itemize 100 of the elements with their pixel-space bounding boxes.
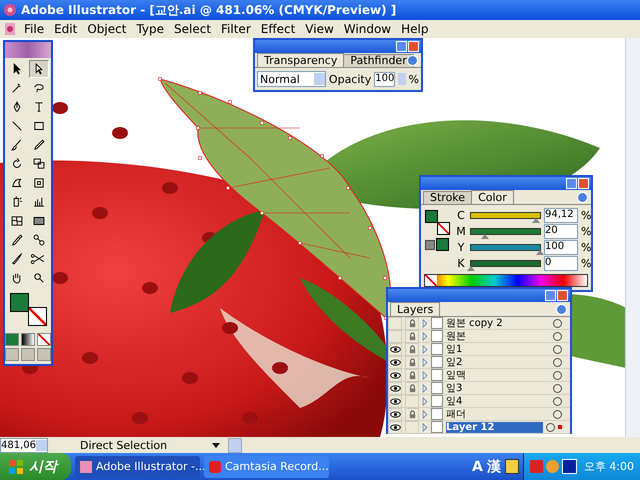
lock-toggle[interactable] <box>405 368 419 382</box>
visibility-toggle[interactable] <box>388 394 402 408</box>
close-button[interactable] <box>408 41 419 52</box>
input-method-indicator[interactable]: A <box>472 458 483 474</box>
menu-item[interactable]: View <box>300 20 339 38</box>
lock-icon <box>408 358 416 366</box>
menu-item[interactable]: Object <box>82 20 132 38</box>
menu-item[interactable]: Window <box>338 20 396 38</box>
fill-swatch[interactable] <box>425 210 438 223</box>
minimize-button[interactable] <box>545 290 556 301</box>
percent-sign: % <box>581 209 589 222</box>
flower-banner <box>5 42 51 58</box>
stroke-swatch[interactable] <box>437 222 450 235</box>
gradient-mode-button[interactable] <box>21 333 35 346</box>
panel-tab[interactable]: Layers <box>390 302 440 316</box>
visibility-toggle[interactable] <box>388 382 402 394</box>
target-circle-icon[interactable] <box>553 332 562 340</box>
slider-thumb[interactable] <box>480 234 489 239</box>
layer-row[interactable]: 패더 <box>388 408 570 421</box>
visibility-toggle[interactable] <box>388 316 402 330</box>
channel-value-field[interactable]: 0 <box>544 256 578 271</box>
layer-row[interactable]: 잎2 <box>388 356 570 369</box>
target-circle-icon[interactable] <box>553 358 562 366</box>
none-mode-button[interactable] <box>37 333 51 346</box>
layer-row[interactable]: 잎맥 <box>388 369 570 382</box>
layer-row[interactable]: Layer 12 <box>388 421 570 434</box>
direct-selection-tool-button[interactable] <box>29 60 49 78</box>
visibility-toggle[interactable] <box>388 368 402 382</box>
lock-toggle[interactable] <box>405 394 419 408</box>
none-swatch[interactable] <box>425 275 437 286</box>
lock-toggle[interactable] <box>405 356 419 368</box>
panel-menu-button[interactable] <box>407 55 418 66</box>
channel-value-field[interactable]: 100 <box>544 240 578 255</box>
panel-tab[interactable]: Transparency <box>257 53 344 67</box>
visibility-toggle[interactable] <box>388 356 402 368</box>
close-button[interactable] <box>557 290 568 301</box>
layer-row[interactable]: 원본 copy 2 <box>388 317 570 330</box>
layer-name: 잎2 <box>446 356 464 369</box>
stroke-swatch[interactable] <box>28 307 47 326</box>
menu-item[interactable]: Edit <box>49 20 82 38</box>
eyedropper-icon <box>9 233 25 247</box>
lock-toggle[interactable] <box>405 382 419 394</box>
tray-icon[interactable] <box>562 459 577 474</box>
start-button[interactable]: 시작 <box>0 453 71 480</box>
vertical-scrollbar[interactable] <box>625 38 640 437</box>
target-circle-icon[interactable] <box>553 318 562 328</box>
layer-thumbnail <box>431 395 443 407</box>
taskbar-button[interactable]: Camtasia Record... <box>204 456 329 478</box>
visibility-toggle[interactable] <box>388 408 402 420</box>
lock-toggle[interactable] <box>405 420 419 434</box>
panel-menu-button[interactable] <box>577 192 588 203</box>
menu-item[interactable]: Effect <box>256 20 300 38</box>
target-circle-icon[interactable] <box>553 370 562 380</box>
eye-icon <box>390 398 400 404</box>
channel-label: K <box>456 257 466 270</box>
target-circle-icon[interactable] <box>546 422 555 432</box>
color-mode-button[interactable] <box>5 333 19 346</box>
scissors-icon <box>31 252 47 266</box>
blend-mode-dropdown[interactable]: Normal <box>257 71 326 87</box>
lock-toggle[interactable] <box>405 316 419 330</box>
channel-value-field[interactable]: 20 <box>544 224 578 239</box>
percent-sign: % <box>581 257 589 270</box>
layer-row[interactable]: 잎1 <box>388 343 570 356</box>
target-circle-icon[interactable] <box>553 410 562 418</box>
lock-toggle[interactable] <box>405 330 419 342</box>
panel-tab[interactable]: Color <box>471 190 514 204</box>
knife-icon <box>9 252 25 266</box>
percent-sign: % <box>581 225 589 238</box>
channel-value-field[interactable]: 94,12 <box>544 208 578 223</box>
panel-tab[interactable]: Pathfinder <box>343 54 414 67</box>
layer-row[interactable]: 잎4 <box>388 395 570 408</box>
panel-tab[interactable]: Stroke <box>423 191 472 204</box>
lock-toggle[interactable] <box>405 408 419 420</box>
visibility-toggle[interactable] <box>388 330 402 342</box>
opacity-field[interactable]: 100 <box>374 72 396 86</box>
visibility-toggle[interactable] <box>388 420 402 434</box>
menu-item[interactable]: File <box>19 20 50 38</box>
minimize-button[interactable] <box>396 41 407 52</box>
status-dropdown[interactable]: Direct Selection <box>50 438 226 452</box>
layer-row[interactable]: 원본 <box>388 330 570 343</box>
color-spectrum[interactable] <box>424 274 588 287</box>
panel-menu-button[interactable] <box>556 304 567 315</box>
menu-item[interactable]: Select <box>169 20 216 38</box>
layer-row[interactable]: 잎3 <box>388 382 570 395</box>
fill-swatch[interactable] <box>10 293 29 312</box>
menu-item[interactable]: Filter <box>216 20 256 38</box>
zoom-field[interactable]: 481,06 <box>0 438 48 452</box>
menu-item[interactable]: Help <box>396 20 434 38</box>
lock-toggle[interactable] <box>405 342 419 356</box>
channel-label: M <box>455 225 467 238</box>
visibility-toggle[interactable] <box>388 342 402 356</box>
channel-label: C <box>456 209 466 222</box>
close-button[interactable] <box>578 178 589 189</box>
menu-item[interactable]: Type <box>131 20 169 38</box>
minimize-button[interactable] <box>566 178 577 189</box>
color-swatch <box>436 238 449 251</box>
input-method-indicator[interactable]: 漢 <box>486 458 501 476</box>
target-circle-icon[interactable] <box>553 344 562 354</box>
target-circle-icon[interactable] <box>553 396 562 406</box>
target-circle-icon[interactable] <box>553 384 562 392</box>
